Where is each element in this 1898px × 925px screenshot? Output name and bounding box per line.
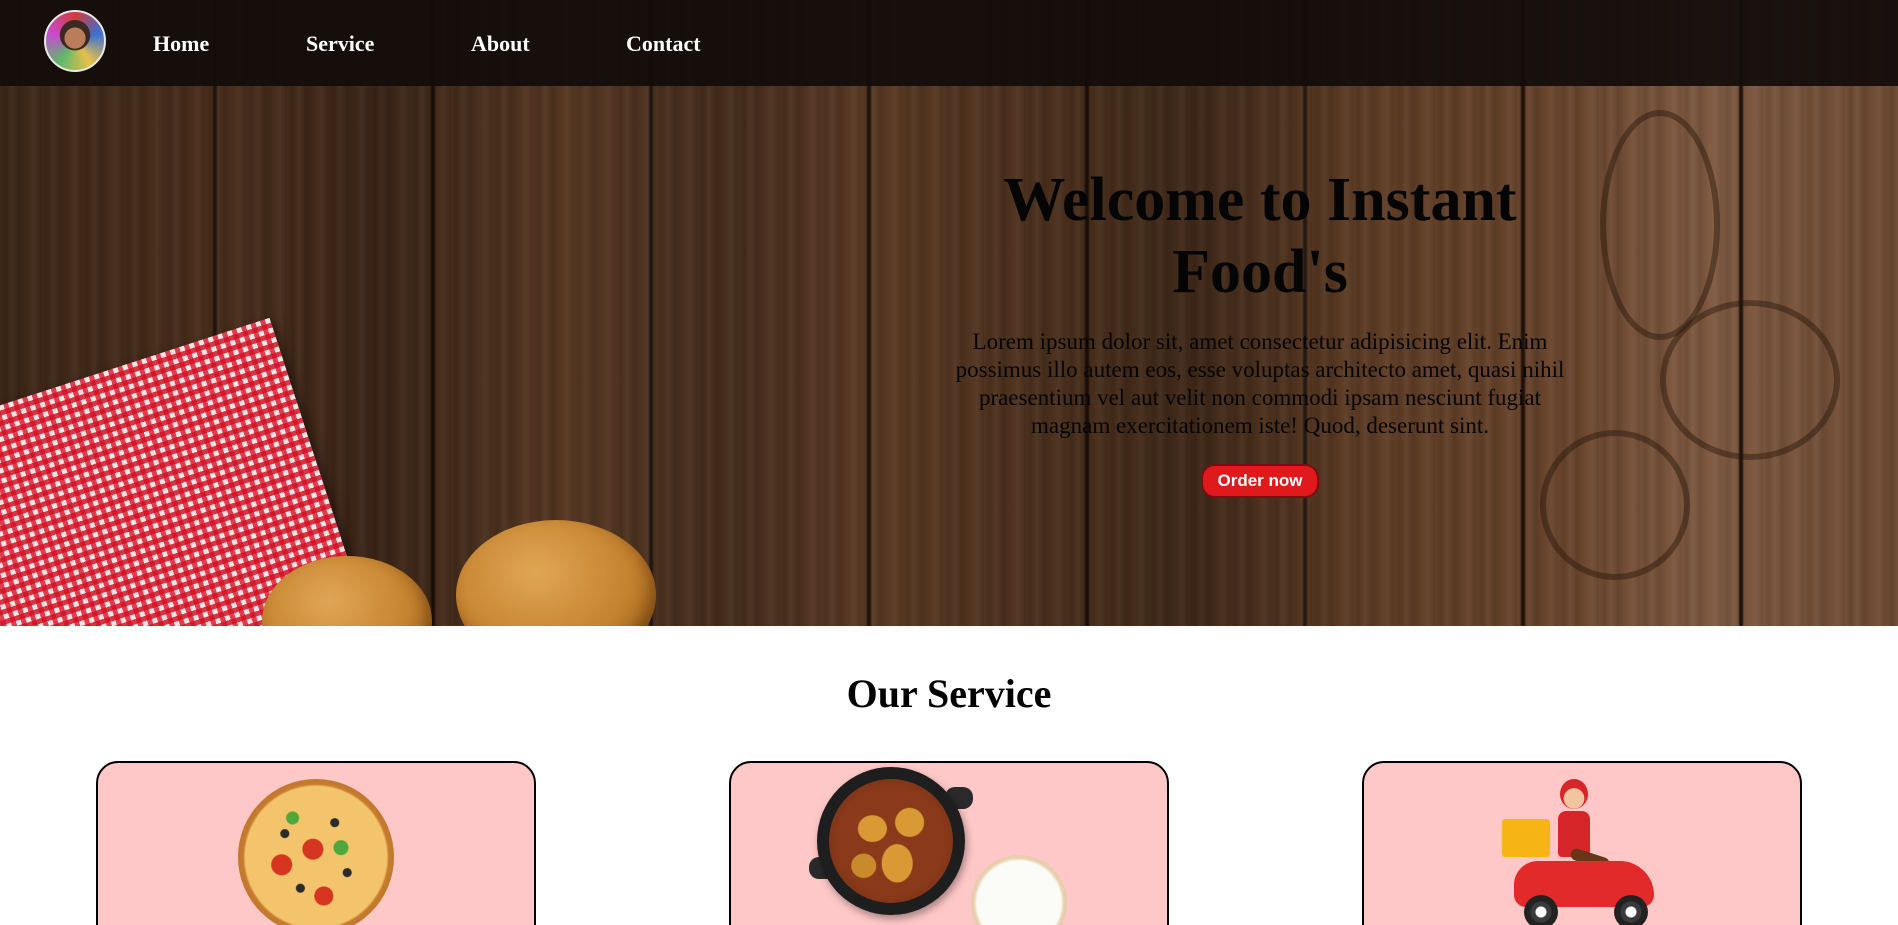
nav-service-link[interactable]: Service <box>306 33 374 55</box>
rider-head-image <box>1560 779 1588 809</box>
nav-contact-link[interactable]: Contact <box>626 33 701 55</box>
scooter-wheel <box>1524 895 1558 925</box>
hero-title: Welcome to Instant Food's <box>1003 166 1517 306</box>
nav-about-link[interactable]: About <box>471 33 530 55</box>
hero-section: Welcome to Instant Food's Lorem ipsum do… <box>0 0 1898 626</box>
order-now-button[interactable]: Order now <box>1201 464 1319 498</box>
hero-content: Welcome to Instant Food's Lorem ipsum do… <box>940 164 1580 498</box>
wood-grain <box>1660 300 1840 460</box>
service-title: Our Service <box>846 671 1052 716</box>
avatar-logo[interactable] <box>44 10 106 72</box>
curry-pot-image <box>817 767 965 915</box>
wooden-spoon-image <box>456 520 656 626</box>
wood-grain <box>1600 110 1720 340</box>
scooter-wheel <box>1614 895 1648 925</box>
service-card-curry[interactable] <box>729 761 1169 925</box>
nav-home-link[interactable]: Home <box>153 33 209 55</box>
hero-description: Lorem ipsum dolor sit, amet consectetur … <box>955 329 1565 438</box>
service-card-pizza[interactable] <box>96 761 536 925</box>
delivery-box-image <box>1502 819 1550 857</box>
rice-bowl-image <box>971 855 1067 925</box>
service-card-delivery[interactable] <box>1362 761 1802 925</box>
navbar: Home Service About Contact <box>0 0 1898 86</box>
pizza-image <box>238 779 394 925</box>
